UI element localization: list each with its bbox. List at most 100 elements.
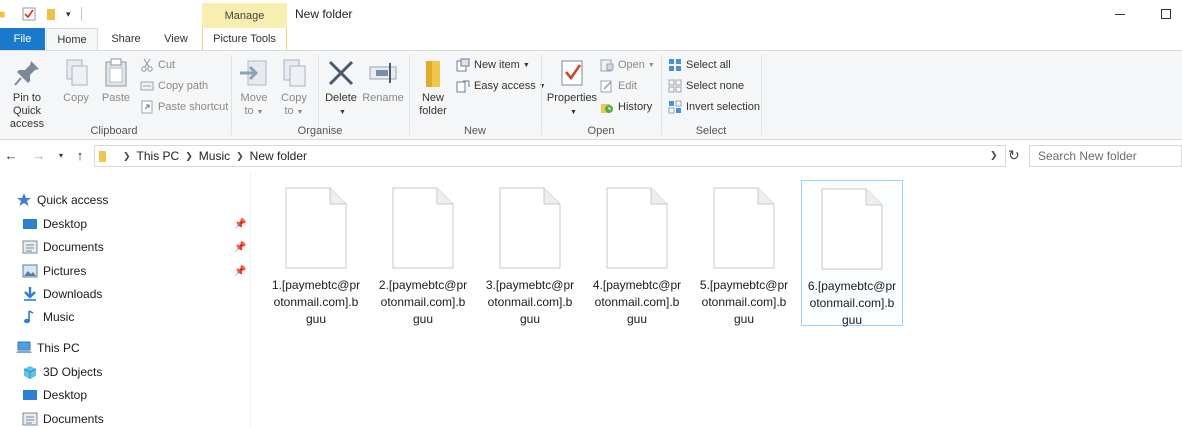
copy-path-label: Copy path bbox=[158, 80, 209, 92]
file-item[interactable]: 1.[paymebtc@pr otonmail.com].b guu bbox=[265, 180, 367, 326]
blank-file-icon bbox=[285, 187, 347, 269]
file-item[interactable]: 4.[paymebtc@pr otonmail.com].b guu bbox=[586, 180, 688, 326]
documents-icon bbox=[22, 240, 38, 254]
new-folder-button[interactable]: New folder bbox=[414, 57, 452, 118]
delete-button[interactable]: Delete ▼ bbox=[324, 57, 358, 119]
invert-selection-button[interactable]: Invert selection bbox=[668, 98, 760, 116]
3d-objects-icon bbox=[23, 366, 37, 379]
dropdown-caret-icon: ▼ bbox=[256, 109, 264, 116]
file-name-line: 1.[paymebtc@pr bbox=[271, 278, 361, 292]
forward-arrow-icon[interactable]: → bbox=[32, 149, 46, 163]
rename-button[interactable]: Rename bbox=[362, 57, 404, 105]
refresh-icon[interactable]: ↻ bbox=[1008, 147, 1020, 164]
file-item[interactable]: 2.[paymebtc@pr otonmail.com].b guu bbox=[372, 180, 474, 326]
file-name-line: otonmail.com].b bbox=[273, 295, 359, 309]
tab-file[interactable]: File bbox=[0, 28, 45, 50]
edit-icon bbox=[600, 80, 612, 93]
paste-button[interactable]: Paste bbox=[98, 57, 134, 105]
tab-home[interactable]: Home bbox=[46, 28, 98, 51]
select-none-button[interactable]: Select none bbox=[668, 77, 744, 95]
file-name: 2.[paymebtc@pr otonmail.com].b guu bbox=[372, 277, 474, 328]
star-icon bbox=[17, 193, 31, 206]
new-item-button[interactable]: New item ▼ bbox=[456, 56, 530, 74]
paste-shortcut-button[interactable]: Paste shortcut bbox=[140, 98, 228, 116]
select-all-button[interactable]: Select all bbox=[668, 56, 731, 74]
move-to-label-line1: Move bbox=[240, 92, 268, 104]
tab-manage[interactable]: Manage bbox=[202, 3, 287, 29]
new-item-icon bbox=[456, 58, 470, 72]
recent-locations-chevron-icon[interactable]: ▾ bbox=[54, 149, 68, 163]
select-group: Select all Select none Invert selection … bbox=[662, 51, 760, 139]
history-button[interactable]: History bbox=[600, 98, 652, 116]
nav-qa-downloads[interactable]: Downloads bbox=[22, 283, 102, 305]
file-name-line: guu bbox=[626, 312, 648, 326]
nav-qa-music[interactable]: Music bbox=[22, 306, 74, 328]
file-item-selected[interactable]: 6.[paymebtc@pr otonmail.com].b guu bbox=[801, 180, 903, 327]
move-to-button[interactable]: Move to ▼ bbox=[236, 57, 272, 119]
tab-picture-tools[interactable]: Picture Tools bbox=[202, 28, 287, 50]
chevron-right-icon: ❯ bbox=[123, 150, 131, 161]
breadcrumb-this-pc[interactable]: This PC bbox=[137, 149, 180, 163]
new-folder-icon[interactable] bbox=[44, 7, 58, 21]
nav-pc-documents[interactable]: Documents bbox=[22, 408, 104, 428]
nav-pc-3d-objects-label: 3D Objects bbox=[43, 365, 103, 379]
search-input[interactable] bbox=[1029, 145, 1182, 167]
up-arrow-icon[interactable]: ↑ bbox=[73, 149, 87, 163]
file-name: 5.[paymebtc@pr otonmail.com].b guu bbox=[693, 277, 795, 328]
pin-icon[interactable]: 📌 bbox=[234, 219, 246, 230]
minimize-icon bbox=[1115, 13, 1125, 15]
maximize-button[interactable] bbox=[1156, 4, 1176, 24]
desktop-icon bbox=[23, 219, 37, 229]
select-all-icon bbox=[669, 59, 681, 71]
rename-icon bbox=[369, 63, 397, 83]
music-note-icon bbox=[24, 310, 34, 324]
nav-quick-access-label: Quick access bbox=[37, 193, 109, 207]
nav-quick-access[interactable]: Quick access bbox=[16, 189, 108, 211]
pin-to-quick-access-button[interactable]: Pin to Quick access bbox=[0, 57, 54, 131]
copy-to-button[interactable]: Copy to ▼ bbox=[276, 57, 312, 119]
address-bar[interactable]: ❯ This PC ❯ Music ❯ New folder bbox=[94, 145, 1006, 167]
easy-access-button[interactable]: Easy access ▼ bbox=[456, 77, 546, 95]
new-folder-label-line2: folder bbox=[419, 105, 447, 117]
pin-icon[interactable]: 📌 bbox=[234, 242, 246, 253]
copy-path-button[interactable]: Copy path bbox=[140, 77, 208, 95]
nav-qa-documents[interactable]: Documents bbox=[22, 236, 104, 258]
open-button[interactable]: Open ▼ bbox=[600, 56, 655, 74]
move-to-label-line2: to bbox=[244, 105, 254, 117]
file-item[interactable]: 5.[paymebtc@pr otonmail.com].b guu bbox=[693, 180, 795, 326]
properties-check-icon[interactable] bbox=[22, 7, 36, 21]
address-dropdown-chevron-icon[interactable]: ❯ bbox=[990, 150, 998, 161]
nav-pc-3d-objects[interactable]: 3D Objects bbox=[22, 361, 102, 383]
file-item[interactable]: 3.[paymebtc@pr otonmail.com].b guu bbox=[479, 180, 581, 326]
nav-qa-pictures[interactable]: Pictures bbox=[22, 260, 86, 282]
pane-divider bbox=[250, 173, 251, 428]
breadcrumb-new-folder[interactable]: New folder bbox=[250, 149, 307, 163]
copy-button[interactable]: Copy bbox=[58, 57, 94, 105]
desktop-icon bbox=[23, 390, 37, 400]
organise-group-label: Organise bbox=[297, 125, 343, 137]
back-arrow-icon[interactable]: ← bbox=[4, 149, 18, 163]
dropdown-caret-icon: ▼ bbox=[296, 109, 304, 116]
edit-button[interactable]: Edit bbox=[600, 77, 637, 95]
pin-icon[interactable]: 📌 bbox=[234, 266, 246, 277]
group-divider bbox=[761, 55, 762, 135]
new-group-label: New bbox=[463, 125, 486, 137]
tab-share[interactable]: Share bbox=[104, 28, 148, 50]
organise-group: Move to ▼ Copy to ▼ Delete ▼ Rename Organi… bbox=[232, 51, 408, 139]
nav-this-pc[interactable]: This PC bbox=[16, 337, 80, 359]
copy-icon bbox=[66, 59, 88, 86]
blank-file-icon bbox=[392, 187, 454, 269]
customize-toolbar-chevron-icon[interactable]: ▾ bbox=[66, 9, 71, 20]
tab-view[interactable]: View bbox=[154, 28, 198, 50]
select-all-label: Select all bbox=[686, 59, 731, 71]
nav-qa-desktop[interactable]: Desktop bbox=[22, 213, 87, 235]
blank-file-icon bbox=[606, 187, 668, 269]
nav-pc-desktop[interactable]: Desktop bbox=[22, 384, 87, 406]
select-group-label: Select bbox=[695, 125, 727, 137]
properties-button[interactable]: Properties ▼ bbox=[544, 57, 600, 119]
breadcrumb-music[interactable]: Music bbox=[199, 149, 230, 163]
minimize-button[interactable] bbox=[1110, 4, 1130, 24]
blank-file-icon bbox=[713, 187, 775, 269]
history-icon bbox=[601, 104, 613, 113]
cut-button[interactable]: Cut bbox=[140, 56, 175, 74]
